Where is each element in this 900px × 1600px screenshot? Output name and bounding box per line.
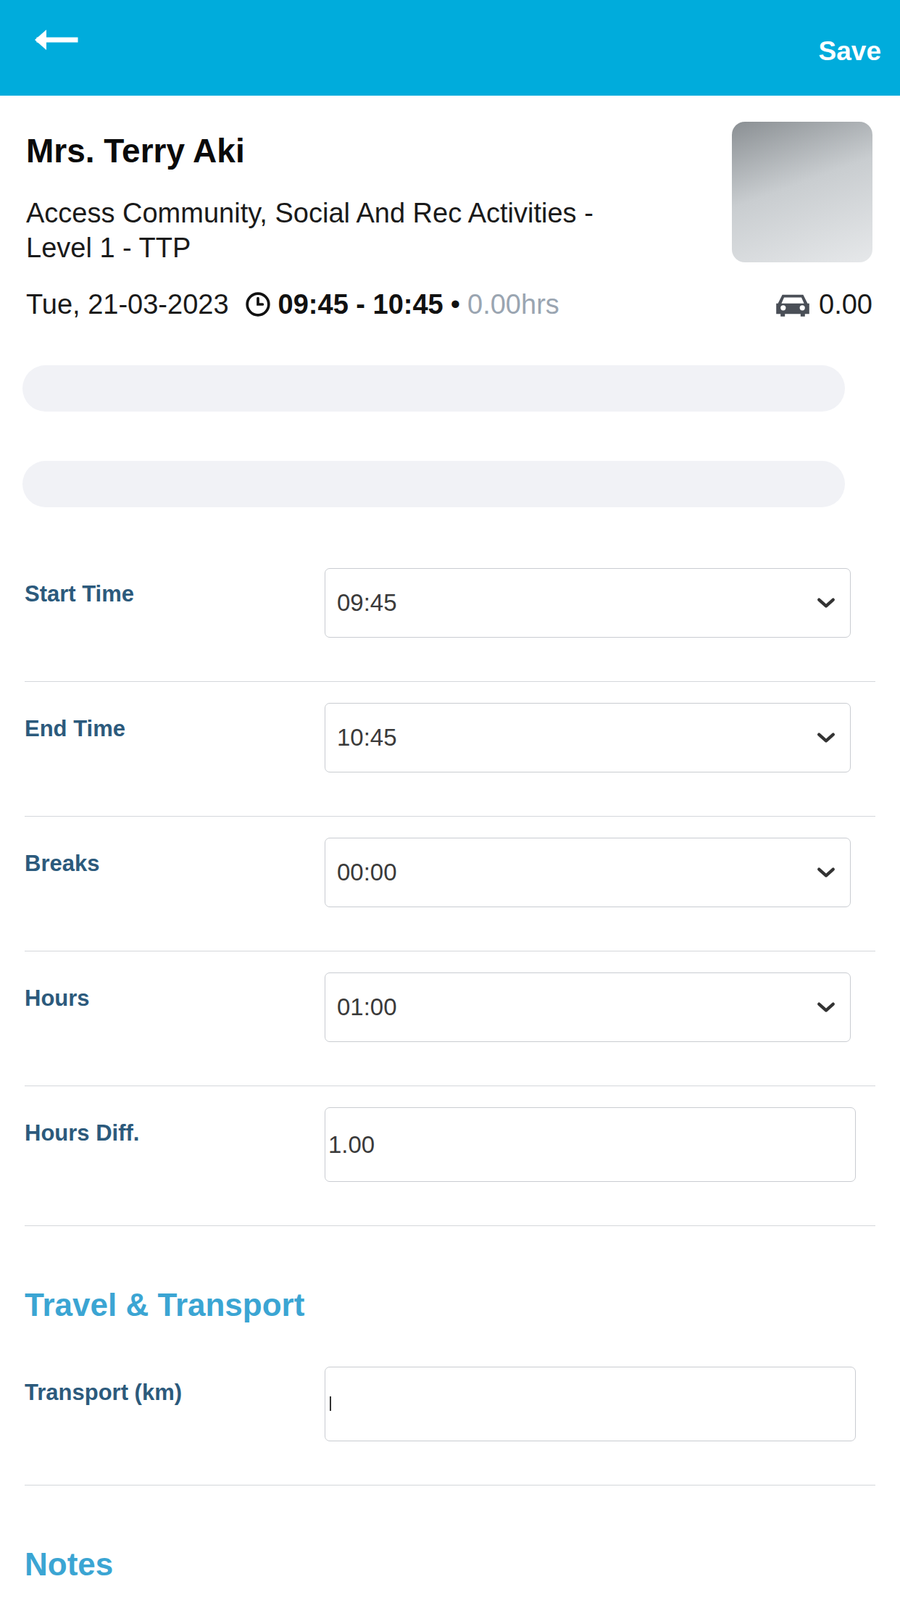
select-field[interactable]: 00:00 xyxy=(324,837,851,908)
placeholder-bar xyxy=(22,460,845,508)
select-field[interactable]: 09:45 xyxy=(324,568,851,638)
back-button[interactable] xyxy=(31,25,79,55)
shift-date: Tue, 21-03-2023 xyxy=(26,289,229,321)
save-button[interactable]: Save xyxy=(818,36,882,67)
select-field[interactable]: 10:45 xyxy=(324,702,851,773)
section-title: Travel & Transport xyxy=(24,1286,876,1324)
time-form: Start Time09:45End Time10:45Breaks00:00H… xyxy=(24,547,876,1584)
client-photo xyxy=(731,121,873,263)
select-field[interactable]: 01:00 xyxy=(324,972,851,1043)
client-name: Mrs. Terry Aki xyxy=(26,130,718,172)
text-field[interactable]: 1.00 xyxy=(324,1107,856,1182)
car-icon xyxy=(775,291,811,318)
section-title: Notes xyxy=(24,1545,876,1584)
shift-info: Tue, 21-03-2023 09:45 - 10:45•0.00hrs 0.00 xyxy=(26,285,873,324)
client-card: Mrs. Terry Aki Access Community, Social A… xyxy=(0,95,900,324)
back-arrow-icon[interactable] xyxy=(31,25,79,55)
field-label: Breaks xyxy=(24,837,325,877)
form-row: Breaks00:00 xyxy=(24,816,876,952)
chevron-down-icon xyxy=(816,1000,836,1014)
shift-hours: 0.00hrs xyxy=(467,289,560,321)
form-row: Hours01:00 xyxy=(24,951,876,1087)
chevron-down-icon xyxy=(816,865,836,879)
placeholder-bar xyxy=(22,365,845,412)
field-label: Hours xyxy=(24,972,325,1012)
service-name: Access Community, Social And Rec Activit… xyxy=(26,195,599,266)
timesheet-edit-screen: Save Mrs. Terry Aki Access Community, Soci… xyxy=(0,0,900,1600)
transport-total: 0.00 xyxy=(818,289,873,321)
chevron-down-icon xyxy=(816,596,836,610)
shift-time: 09:45 - 10:45 xyxy=(278,289,444,321)
form-row: End Time10:45 xyxy=(24,681,876,817)
text-caret xyxy=(329,1396,332,1411)
separator-dot: • xyxy=(450,289,461,321)
form-row: Start Time09:45 xyxy=(24,547,876,682)
field-label: End Time xyxy=(24,702,325,743)
text-field[interactable] xyxy=(324,1366,856,1442)
clock-icon xyxy=(244,291,272,318)
form-section: Notes xyxy=(24,1545,876,1584)
form-section: Travel & Transport Transport (km) xyxy=(24,1286,876,1486)
loading-placeholders xyxy=(0,365,900,508)
field-label: Transport (km) xyxy=(24,1366,325,1406)
form-row: Transport (km) xyxy=(24,1345,876,1486)
field-label: Start Time xyxy=(24,568,325,608)
form-row: Hours Diff.1.00 xyxy=(24,1086,876,1227)
field-label: Hours Diff. xyxy=(24,1107,325,1147)
top-bar: Save xyxy=(0,0,900,96)
chevron-down-icon xyxy=(816,731,836,745)
